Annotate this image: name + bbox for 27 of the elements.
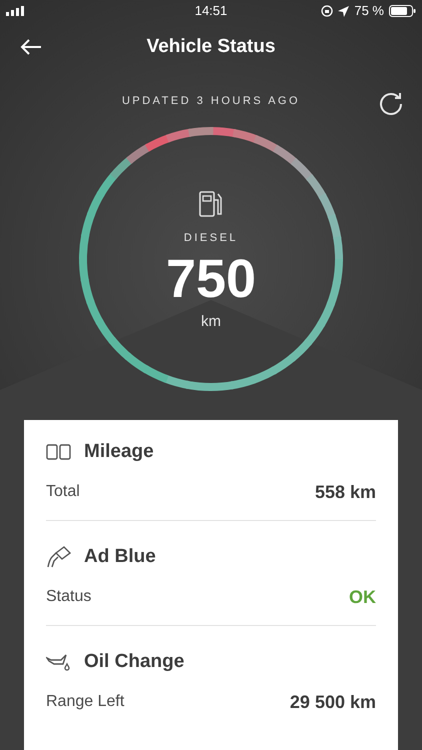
back-arrow-icon bbox=[20, 39, 42, 55]
row-label: Range Left bbox=[46, 692, 124, 712]
battery-percentage: 75 % bbox=[354, 2, 384, 20]
fuel-pump-icon bbox=[198, 190, 224, 218]
section-title: Mileage bbox=[84, 440, 154, 464]
battery-icon bbox=[389, 5, 416, 17]
range-unit: km bbox=[201, 312, 221, 332]
oil-can-icon bbox=[46, 652, 72, 672]
signal-icon bbox=[6, 6, 26, 16]
screen-title: Vehicle Status bbox=[146, 34, 276, 59]
section-title: Ad Blue bbox=[84, 544, 156, 569]
section-title: Oil Change bbox=[84, 650, 184, 674]
updated-time-label: UPDATED 3 HOURS AGO bbox=[122, 94, 300, 109]
range-value: 750 bbox=[166, 248, 256, 308]
row-label: Total bbox=[46, 482, 80, 502]
rotation-lock-icon bbox=[321, 5, 334, 17]
pouring-nozzle-icon bbox=[46, 545, 72, 569]
refresh-icon bbox=[378, 90, 404, 116]
clock-time: 14:51 bbox=[194, 2, 228, 20]
double-square-icon bbox=[46, 443, 72, 461]
row-label: Status bbox=[46, 587, 92, 607]
fuel-type-label: DIESEL bbox=[184, 231, 238, 246]
location-arrow-icon bbox=[338, 6, 350, 16]
status-value: OK bbox=[349, 586, 376, 608]
row-value: 558 km bbox=[314, 480, 376, 504]
refresh-button[interactable] bbox=[378, 90, 404, 116]
row-value: 29 500 km bbox=[290, 690, 376, 714]
